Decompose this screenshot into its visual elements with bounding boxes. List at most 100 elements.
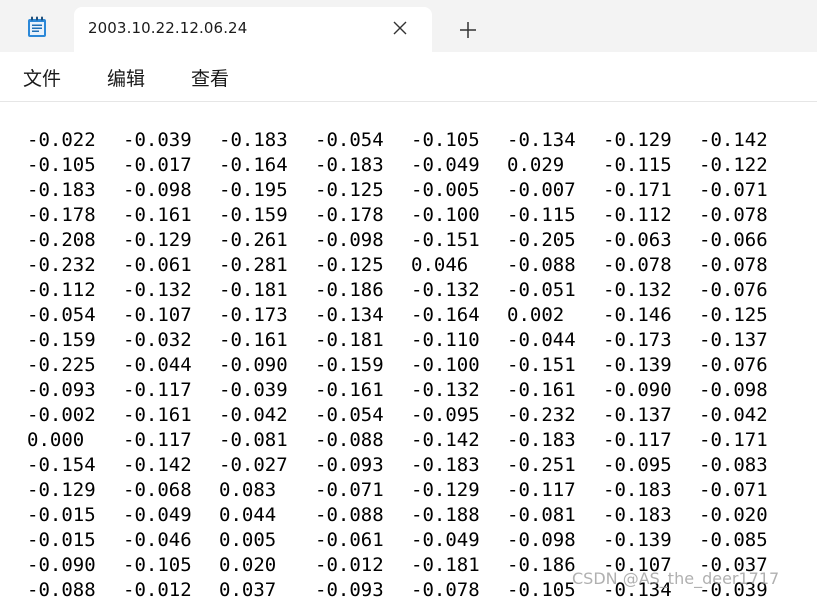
value-cell: -0.061 bbox=[315, 529, 384, 551]
value-cell: -0.095 bbox=[603, 454, 672, 476]
plus-icon[interactable] bbox=[456, 18, 480, 42]
menu-bar: 文件 编辑 查看 bbox=[0, 52, 817, 102]
value-cell: -0.046 bbox=[123, 529, 192, 551]
value-cell: -0.125 bbox=[699, 304, 768, 326]
value-cell: -0.171 bbox=[699, 429, 768, 451]
watermark: CSDN @AS_the_deer1717 bbox=[572, 569, 780, 588]
value-cell: -0.032 bbox=[123, 329, 192, 351]
value-cell: -0.095 bbox=[411, 404, 480, 426]
value-cell: -0.134 bbox=[507, 129, 576, 151]
value-cell: -0.112 bbox=[603, 204, 672, 226]
value-cell: -0.076 bbox=[699, 279, 768, 301]
value-cell: -0.054 bbox=[27, 304, 96, 326]
value-cell: -0.017 bbox=[123, 154, 192, 176]
value-cell: -0.085 bbox=[699, 529, 768, 551]
value-cell: -0.178 bbox=[27, 204, 96, 226]
value-cell: -0.054 bbox=[315, 404, 384, 426]
value-cell: -0.171 bbox=[603, 179, 672, 201]
value-cell: -0.076 bbox=[699, 354, 768, 376]
value-cell: -0.071 bbox=[315, 479, 384, 501]
value-cell: -0.007 bbox=[507, 179, 576, 201]
value-cell: -0.181 bbox=[219, 279, 288, 301]
value-cell: -0.161 bbox=[219, 329, 288, 351]
value-cell: -0.012 bbox=[315, 554, 384, 576]
value-cell: -0.098 bbox=[315, 229, 384, 251]
value-cell: -0.068 bbox=[123, 479, 192, 501]
value-cell: -0.232 bbox=[27, 254, 96, 276]
value-cell: -0.161 bbox=[123, 404, 192, 426]
value-cell: 0.037 bbox=[219, 579, 277, 598]
value-cell: -0.078 bbox=[603, 254, 672, 276]
value-cell: -0.137 bbox=[603, 404, 672, 426]
menu-view[interactable]: 查看 bbox=[191, 64, 229, 91]
text-editor[interactable]: -0.022 -0.039 -0.183 -0.054 -0.105 -0.134 -0.1… bbox=[0, 102, 817, 598]
value-cell: -0.142 bbox=[411, 429, 480, 451]
value-cell: -0.105 bbox=[507, 579, 576, 598]
value-cell: -0.183 bbox=[603, 504, 672, 526]
value-cell: -0.125 bbox=[315, 179, 384, 201]
value-cell: -0.159 bbox=[315, 354, 384, 376]
value-cell: -0.154 bbox=[27, 454, 96, 476]
value-cell: -0.188 bbox=[411, 504, 480, 526]
value-cell: -0.183 bbox=[27, 179, 96, 201]
value-cell: -0.100 bbox=[411, 204, 480, 226]
value-cell: -0.117 bbox=[507, 479, 576, 501]
value-cell: -0.117 bbox=[123, 379, 192, 401]
value-cell: -0.093 bbox=[27, 379, 96, 401]
value-cell: -0.122 bbox=[699, 154, 768, 176]
value-cell: -0.142 bbox=[123, 454, 192, 476]
value-cell: -0.042 bbox=[699, 404, 768, 426]
value-cell: -0.139 bbox=[603, 354, 672, 376]
value-cell: -0.088 bbox=[315, 429, 384, 451]
value-cell: -0.232 bbox=[507, 404, 576, 426]
value-cell: -0.044 bbox=[123, 354, 192, 376]
value-cell: -0.049 bbox=[123, 504, 192, 526]
value-cell: -0.090 bbox=[603, 379, 672, 401]
value-cell: -0.049 bbox=[411, 154, 480, 176]
value-cell: -0.078 bbox=[411, 579, 480, 598]
value-cell: -0.005 bbox=[411, 179, 480, 201]
value-cell: -0.063 bbox=[603, 229, 672, 251]
tab-document[interactable]: 2003.10.22.12.06.24 bbox=[74, 7, 432, 53]
value-cell: -0.083 bbox=[699, 454, 768, 476]
menu-file[interactable]: 文件 bbox=[23, 64, 61, 91]
value-cell: -0.129 bbox=[411, 479, 480, 501]
value-cell: -0.161 bbox=[123, 204, 192, 226]
value-cell: -0.132 bbox=[411, 379, 480, 401]
value-cell: -0.066 bbox=[699, 229, 768, 251]
value-cell: -0.164 bbox=[411, 304, 480, 326]
close-icon[interactable] bbox=[390, 18, 410, 38]
value-cell: -0.100 bbox=[411, 354, 480, 376]
value-cell: -0.078 bbox=[699, 254, 768, 276]
value-cell: -0.139 bbox=[603, 529, 672, 551]
value-cell: -0.078 bbox=[699, 204, 768, 226]
value-cell: -0.088 bbox=[507, 254, 576, 276]
value-cell: -0.129 bbox=[123, 229, 192, 251]
value-cell: 0.044 bbox=[219, 504, 277, 526]
value-cell: -0.117 bbox=[123, 429, 192, 451]
value-cell: -0.117 bbox=[603, 429, 672, 451]
value-cell: -0.081 bbox=[507, 504, 576, 526]
value-cell: -0.061 bbox=[123, 254, 192, 276]
value-cell: -0.146 bbox=[603, 304, 672, 326]
value-cell: -0.281 bbox=[219, 254, 288, 276]
value-cell: -0.071 bbox=[699, 479, 768, 501]
value-cell: -0.261 bbox=[219, 229, 288, 251]
value-cell: 0.083 bbox=[219, 479, 277, 501]
value-cell: -0.137 bbox=[699, 329, 768, 351]
value-cell: -0.208 bbox=[27, 229, 96, 251]
value-cell: 0.046 bbox=[411, 254, 469, 276]
value-cell: -0.186 bbox=[315, 279, 384, 301]
value-cell: -0.115 bbox=[507, 204, 576, 226]
value-cell: -0.088 bbox=[315, 504, 384, 526]
value-cell: -0.051 bbox=[507, 279, 576, 301]
value-cell: -0.164 bbox=[219, 154, 288, 176]
value-cell: 0.005 bbox=[219, 529, 277, 551]
value-cell: -0.012 bbox=[123, 579, 192, 598]
value-cell: -0.159 bbox=[27, 329, 96, 351]
value-cell: -0.132 bbox=[123, 279, 192, 301]
value-cell: -0.183 bbox=[411, 454, 480, 476]
menu-edit[interactable]: 编辑 bbox=[107, 64, 145, 91]
value-cell: -0.027 bbox=[219, 454, 288, 476]
value-cell: -0.173 bbox=[603, 329, 672, 351]
